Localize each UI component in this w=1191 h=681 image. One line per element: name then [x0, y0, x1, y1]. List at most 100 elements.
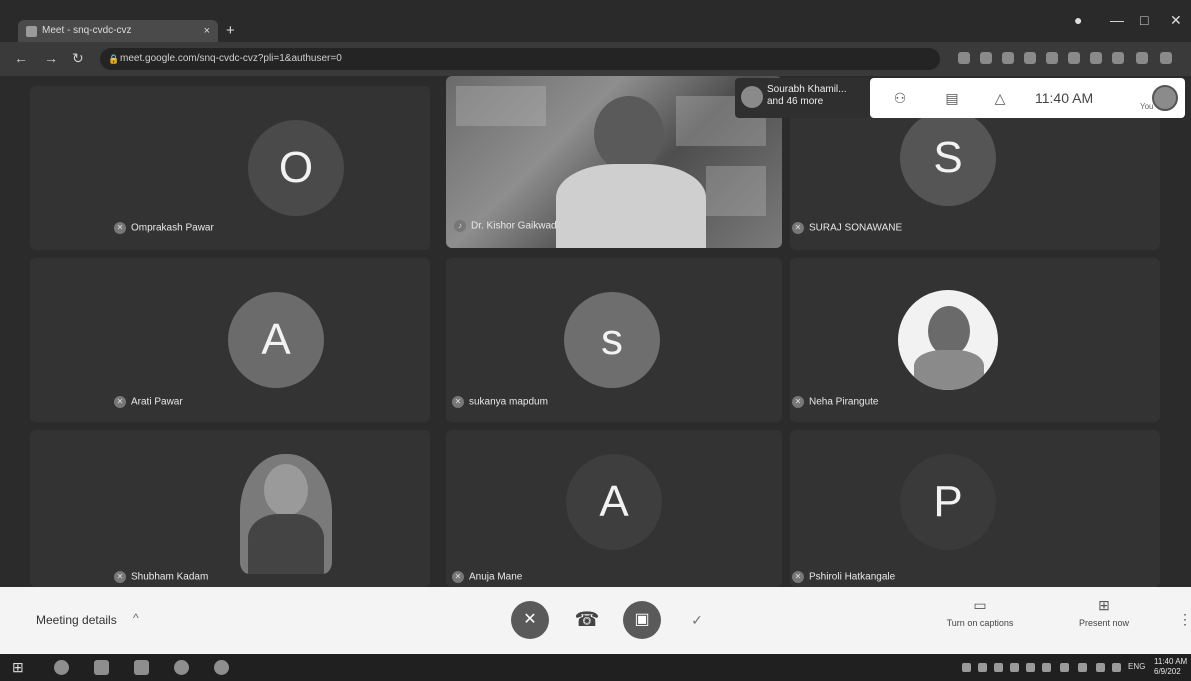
- participant-tile[interactable]: A ✕ Arati Pawar: [30, 258, 430, 422]
- participant-avatar: [741, 86, 763, 108]
- tray-icon[interactable]: [978, 663, 987, 672]
- participant-avatar: S: [900, 110, 996, 206]
- participant-name: ✕ Anuja Mane: [452, 571, 522, 583]
- self-avatar[interactable]: [1152, 85, 1178, 111]
- extension-icon[interactable]: [1068, 52, 1080, 64]
- star-icon[interactable]: [980, 52, 992, 64]
- mic-off-icon: ✕: [114, 571, 126, 583]
- more-options-icon[interactable]: ⋮: [1178, 611, 1191, 628]
- mic-off-icon: ✕: [452, 571, 464, 583]
- maximize-button[interactable]: □: [1140, 12, 1148, 28]
- camera-toggle-button[interactable]: ▣: [623, 601, 661, 639]
- tray-icon[interactable]: [1042, 663, 1051, 672]
- url-field[interactable]: 🔒 meet.google.com/snq-cvdc-cvz?pli=1&aut…: [100, 48, 940, 70]
- windows-taskbar: ⊞ ENG 11:40 AM 6/9/202: [0, 654, 1191, 681]
- tray-icon[interactable]: [1112, 663, 1121, 672]
- tray-icon[interactable]: [962, 663, 971, 672]
- meeting-controls-bar: Meeting details ^ ✕ ☎ ▣ ✓ ▭ Turn on capt…: [0, 587, 1191, 654]
- participant-tile[interactable]: ✕ Neha Pirangute: [790, 258, 1160, 422]
- extension-icon[interactable]: [958, 52, 970, 64]
- tray-icon[interactable]: [994, 663, 1003, 672]
- back-icon[interactable]: ←: [14, 50, 28, 66]
- network-icon[interactable]: [1060, 663, 1069, 672]
- meeting-details-button[interactable]: Meeting details: [36, 613, 117, 627]
- mic-toggle-button[interactable]: ✕: [511, 601, 549, 639]
- participant-name: ✕ SURAJ SONAWANE: [792, 222, 902, 234]
- participant-name: ✕ Arati Pawar: [114, 396, 183, 408]
- forward-icon[interactable]: →: [44, 50, 58, 66]
- minimize-button[interactable]: —: [1110, 12, 1124, 28]
- participant-avatar: A: [566, 454, 662, 550]
- windows-start-icon[interactable]: ⊞: [12, 660, 27, 675]
- new-tab-button[interactable]: +: [226, 20, 235, 42]
- participant-tile[interactable]: ✕ Shubham Kadam: [30, 430, 430, 587]
- extension-icon[interactable]: [1112, 52, 1124, 64]
- file-explorer-icon[interactable]: [94, 660, 109, 675]
- speaking-icon: ♪: [454, 220, 466, 232]
- captions-button[interactable]: ▭ Turn on captions: [930, 597, 1030, 628]
- meeting-clock: 11:40 AM: [1035, 90, 1094, 106]
- extension-icon[interactable]: [1046, 52, 1058, 64]
- tray-icon[interactable]: [1096, 663, 1105, 672]
- participant-tile[interactable]: ♪ Dr. Kishor Gaikwad: [446, 76, 782, 248]
- mic-off-icon: ✕: [792, 571, 804, 583]
- captions-label: Turn on captions: [946, 618, 1014, 628]
- people-icon[interactable]: ⚇: [890, 88, 910, 108]
- tab-close-icon[interactable]: ×: [204, 20, 210, 42]
- taskbar-clock[interactable]: 11:40 AM 6/9/202: [1154, 657, 1187, 677]
- tray-icon[interactable]: [1026, 663, 1035, 672]
- raise-hand-button[interactable]: ✓: [684, 607, 710, 633]
- extension-icon[interactable]: [1090, 52, 1102, 64]
- participant-tile[interactable]: s ✕ sukanya mapdum: [446, 258, 782, 422]
- volume-icon[interactable]: [1078, 663, 1087, 672]
- tab-title: Meet - snq-cvdc-cvz: [42, 25, 132, 36]
- app-icon[interactable]: [214, 660, 229, 675]
- participant-photo: [240, 454, 332, 574]
- extension-icon[interactable]: [1024, 52, 1036, 64]
- meeting-top-bar: Sourabh Khamil... and 46 more ⚇ ▤ △ 11:4…: [735, 78, 1185, 118]
- participant-avatar: s: [564, 292, 660, 388]
- activities-icon[interactable]: △: [990, 88, 1010, 108]
- more-participants-chip[interactable]: Sourabh Khamil... and 46 more: [735, 78, 870, 118]
- chevron-up-icon[interactable]: ^: [133, 611, 139, 625]
- participant-tile[interactable]: P ✕ Pshiroli Hatkangale: [790, 430, 1160, 587]
- chat-icon[interactable]: ▤: [942, 88, 962, 108]
- participant-avatar: P: [900, 454, 996, 550]
- check-icon: ✓: [691, 612, 703, 628]
- mic-off-icon: ✕: [114, 222, 126, 234]
- participant-avatar: O: [248, 120, 344, 216]
- close-window-button[interactable]: ✕: [1170, 12, 1182, 29]
- present-icon: ⊞: [1098, 597, 1110, 613]
- more-participants-name: Sourabh Khamil...: [767, 84, 847, 95]
- mic-off-icon: ✕: [792, 222, 804, 234]
- chrome-icon[interactable]: [54, 660, 69, 675]
- extension-icon[interactable]: [1136, 52, 1148, 64]
- mic-off-icon: ✕: [114, 396, 126, 408]
- participant-tile[interactable]: A ✕ Anuja Mane: [446, 430, 782, 587]
- participant-name: ♪ Dr. Kishor Gaikwad: [454, 220, 557, 232]
- profile-icon[interactable]: ●: [1074, 12, 1082, 28]
- participant-avatar: A: [228, 292, 324, 388]
- extension-icon[interactable]: [1002, 52, 1014, 64]
- browser-tab[interactable]: Meet - snq-cvdc-cvz ×: [18, 20, 218, 42]
- url-text: meet.google.com/snq-cvdc-cvz?pli=1&authu…: [120, 53, 342, 64]
- lock-icon: 🔒: [108, 54, 120, 64]
- language-indicator[interactable]: ENG: [1128, 662, 1145, 671]
- leave-call-button[interactable]: ☎: [568, 601, 606, 639]
- reload-icon[interactable]: ↻: [72, 50, 84, 67]
- participant-tile[interactable]: O ✕ Omprakash Pawar: [30, 86, 430, 250]
- mic-off-icon: ✕: [452, 396, 464, 408]
- meeting-stage: O ✕ Omprakash Pawar ♪ Dr. Kishor Gaikwad S…: [0, 76, 1191, 587]
- camera-off-icon: ▣: [634, 611, 650, 628]
- store-icon[interactable]: [134, 660, 149, 675]
- address-bar-row: ← → ↻ 🔒 meet.google.com/snq-cvdc-cvz?pli…: [0, 42, 1191, 76]
- browser-menu-icon[interactable]: [1160, 52, 1172, 64]
- participant-name: ✕ Omprakash Pawar: [114, 222, 214, 234]
- present-now-button[interactable]: ⊞ Present now: [1054, 597, 1154, 628]
- taskbar-date: 6/9/202: [1154, 667, 1181, 676]
- tray-icon[interactable]: [1010, 663, 1019, 672]
- participant-name: ✕ sukanya mapdum: [452, 396, 548, 408]
- present-label: Present now: [1078, 618, 1130, 628]
- app-icon[interactable]: [174, 660, 189, 675]
- participant-name: ✕ Shubham Kadam: [114, 571, 208, 583]
